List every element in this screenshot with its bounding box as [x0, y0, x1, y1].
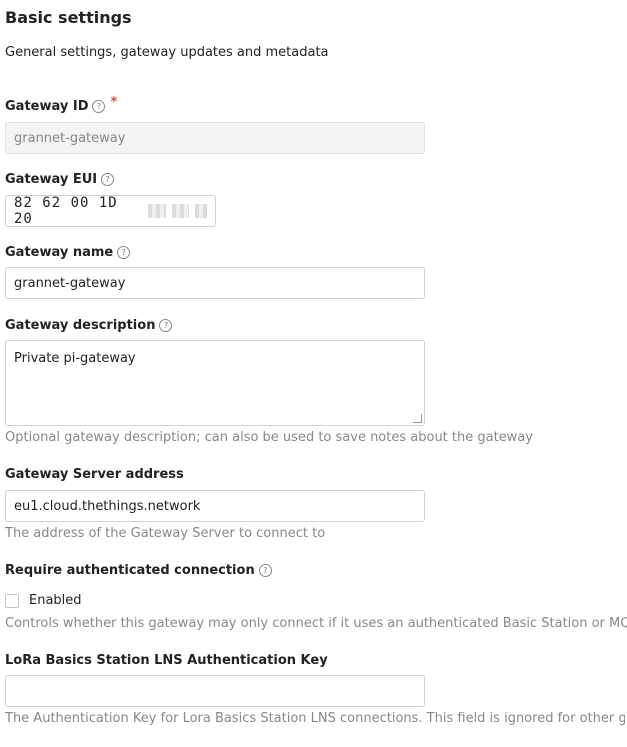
enabled-checkbox[interactable]: [5, 593, 19, 608]
lns-key-input[interactable]: [5, 675, 425, 707]
gateway-eui-label: Gateway EUI ?: [5, 172, 115, 187]
lns-key-label: LoRa Basics Station LNS Authentication K…: [5, 653, 328, 668]
redacted-mask: [195, 204, 208, 218]
help-circle-icon[interactable]: ?: [258, 564, 272, 577]
help-circle-icon[interactable]: ?: [101, 173, 115, 186]
gateway-name-input[interactable]: grannet-gateway: [5, 267, 425, 299]
gateway-server-label: Gateway Server address: [5, 467, 184, 482]
gateway-description-hint: Optional gateway description; can also b…: [5, 430, 533, 445]
page-title: Basic settings: [5, 8, 132, 27]
help-circle-icon[interactable]: ?: [92, 100, 106, 113]
gateway-description-textarea[interactable]: Private pi-gateway: [5, 340, 425, 426]
gateway-server-input[interactable]: eu1.cloud.thethings.network: [5, 490, 425, 522]
page-subtitle: General settings, gateway updates and me…: [5, 45, 329, 60]
gateway-name-label: Gateway name ?: [5, 245, 131, 260]
redacted-mask: [171, 204, 190, 218]
gateway-eui-input[interactable]: 82 62 00 1D 20: [5, 195, 216, 227]
auth-connection-option[interactable]: Enabled: [5, 593, 82, 608]
auth-connection-label: Require authenticated connection ?: [5, 563, 272, 578]
redacted-mask: [148, 204, 166, 218]
enabled-checkbox-label[interactable]: Enabled: [29, 593, 82, 608]
gateway-description-label: Gateway description ?: [5, 318, 173, 333]
gateway-server-hint: The address of the Gateway Server to con…: [5, 526, 326, 541]
help-circle-icon[interactable]: ?: [117, 246, 131, 259]
auth-connection-hint: Controls whether this gateway may only c…: [5, 616, 627, 631]
help-circle-icon[interactable]: ?: [159, 319, 173, 332]
required-marker: *: [110, 95, 118, 110]
resize-handle-icon[interactable]: [413, 414, 422, 423]
lns-key-hint: The Authentication Key for Lora Basics S…: [5, 711, 625, 726]
gateway-id-label: Gateway ID ? *: [5, 95, 118, 114]
gateway-id-input: grannet-gateway: [5, 122, 425, 154]
